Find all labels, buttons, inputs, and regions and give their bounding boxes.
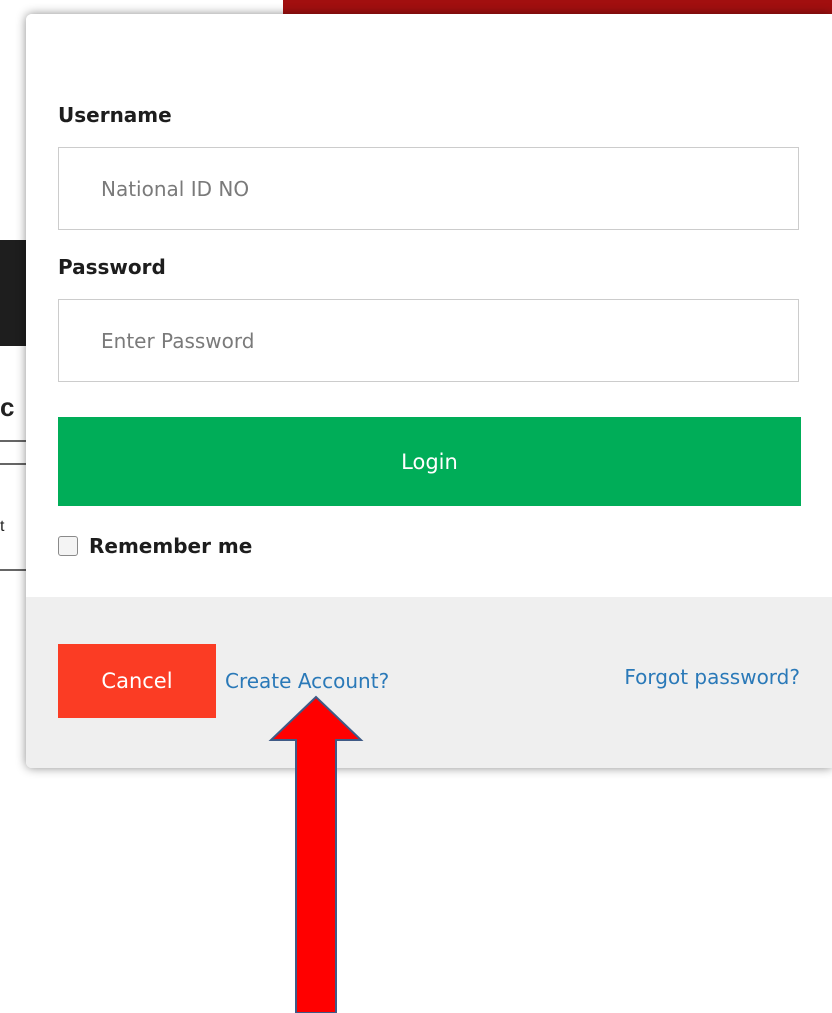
remember-me-row: Remember me	[58, 531, 252, 561]
create-account-link[interactable]: Create Account?	[225, 669, 389, 693]
remember-me-checkbox[interactable]	[58, 536, 78, 556]
remember-me-label[interactable]: Remember me	[89, 534, 252, 558]
modal-footer: Cancel Create Account? Forgot password?	[26, 597, 832, 768]
background-divider	[0, 569, 26, 571]
screenshot-stage: c t Username Password Login Remember me …	[0, 0, 832, 1013]
forgot-password-link[interactable]: Forgot password?	[624, 665, 800, 689]
login-form: Username Password Login Remember me	[26, 14, 832, 597]
background-dark-block	[0, 240, 26, 346]
password-label: Password	[58, 255, 166, 279]
cancel-button[interactable]: Cancel	[58, 644, 216, 718]
background-divider	[0, 440, 26, 442]
login-button[interactable]: Login	[58, 417, 801, 506]
password-input[interactable]	[58, 299, 799, 382]
username-input[interactable]	[58, 147, 799, 230]
background-divider	[0, 463, 26, 465]
background-text-fragment: t	[0, 518, 5, 535]
username-label: Username	[58, 103, 172, 127]
background-text-fragment: c	[0, 392, 15, 422]
login-modal: Username Password Login Remember me Canc…	[26, 14, 832, 768]
